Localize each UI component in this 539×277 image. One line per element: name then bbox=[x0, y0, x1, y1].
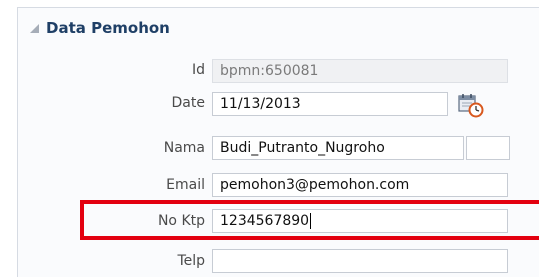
email-label: Email bbox=[166, 177, 205, 193]
email-input[interactable]: pemohon3@pemohon.com bbox=[212, 173, 508, 197]
highlight-box bbox=[80, 200, 539, 240]
nama-input[interactable]: Budi_Putranto_Nugroho bbox=[212, 136, 464, 160]
nama-value: Budi_Putranto_Nugroho bbox=[220, 140, 385, 156]
date-input[interactable]: 11/13/2013 bbox=[212, 92, 448, 116]
telp-label: Telp bbox=[177, 253, 205, 269]
section-header[interactable]: Data Pemohon bbox=[30, 18, 170, 38]
telp-input[interactable] bbox=[212, 249, 508, 273]
collapse-triangle-icon[interactable] bbox=[30, 23, 39, 33]
calendar-clock-icon[interactable] bbox=[457, 92, 485, 118]
id-value: bpmn:650081 bbox=[220, 63, 319, 79]
id-label: Id bbox=[191, 62, 205, 78]
id-field: bpmn:650081 bbox=[212, 59, 508, 83]
date-label: Date bbox=[171, 95, 205, 111]
nama-label: Nama bbox=[163, 140, 205, 156]
nama-extra-field[interactable] bbox=[466, 136, 510, 160]
date-value: 11/13/2013 bbox=[220, 96, 301, 112]
section-title: Data Pemohon bbox=[46, 19, 170, 37]
email-value: pemohon3@pemohon.com bbox=[220, 177, 410, 193]
